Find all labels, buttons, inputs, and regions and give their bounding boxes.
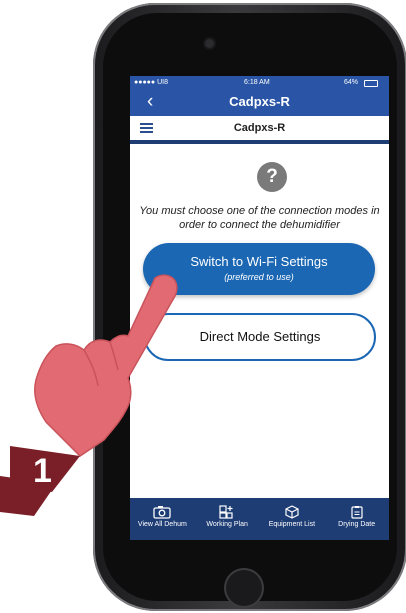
battery-level: 64% bbox=[344, 79, 359, 86]
chevron-left-icon[interactable]: ‹ bbox=[147, 92, 153, 112]
box-icon bbox=[285, 505, 299, 519]
nav-bar: ‹ Cadpxs-R bbox=[130, 90, 389, 116]
phone-camera bbox=[205, 39, 214, 48]
tab-label: Drying Date bbox=[338, 521, 376, 528]
tab-equipment-list[interactable]: Equipment List bbox=[260, 498, 325, 540]
clipboard-icon bbox=[351, 506, 363, 519]
tab-label: View All Dehum bbox=[137, 521, 187, 528]
question-icon: ? bbox=[257, 162, 287, 192]
battery-icon bbox=[364, 80, 378, 87]
tab-drying-date[interactable]: Drying Date bbox=[324, 498, 389, 540]
tab-label: Equipment List bbox=[268, 521, 316, 528]
tab-label: Working Plan bbox=[206, 521, 248, 528]
tab-working-plan[interactable]: Working Plan bbox=[195, 498, 260, 540]
step-number: 1 bbox=[33, 452, 52, 490]
pointing-hand-icon bbox=[0, 274, 178, 516]
carrier-signal: ●●●●● UI8 bbox=[134, 79, 168, 86]
wifi-button-label: Switch to Wi-Fi Settings bbox=[190, 254, 328, 269]
hamburger-menu-icon[interactable] bbox=[140, 121, 153, 135]
nav-title: Cadpxs-R bbox=[229, 94, 290, 109]
connection-message: You must choose one of the connection mo… bbox=[139, 205, 380, 231]
status-time: 6:18 AM bbox=[244, 79, 270, 86]
sub-header-title: Cadpxs-R bbox=[233, 122, 286, 134]
sub-header: Cadpxs-R bbox=[130, 116, 389, 144]
status-bar: ●●●●● UI8 6:18 AM 64% bbox=[130, 76, 389, 90]
plan-icon bbox=[219, 505, 233, 519]
phone-home-button bbox=[226, 570, 262, 606]
